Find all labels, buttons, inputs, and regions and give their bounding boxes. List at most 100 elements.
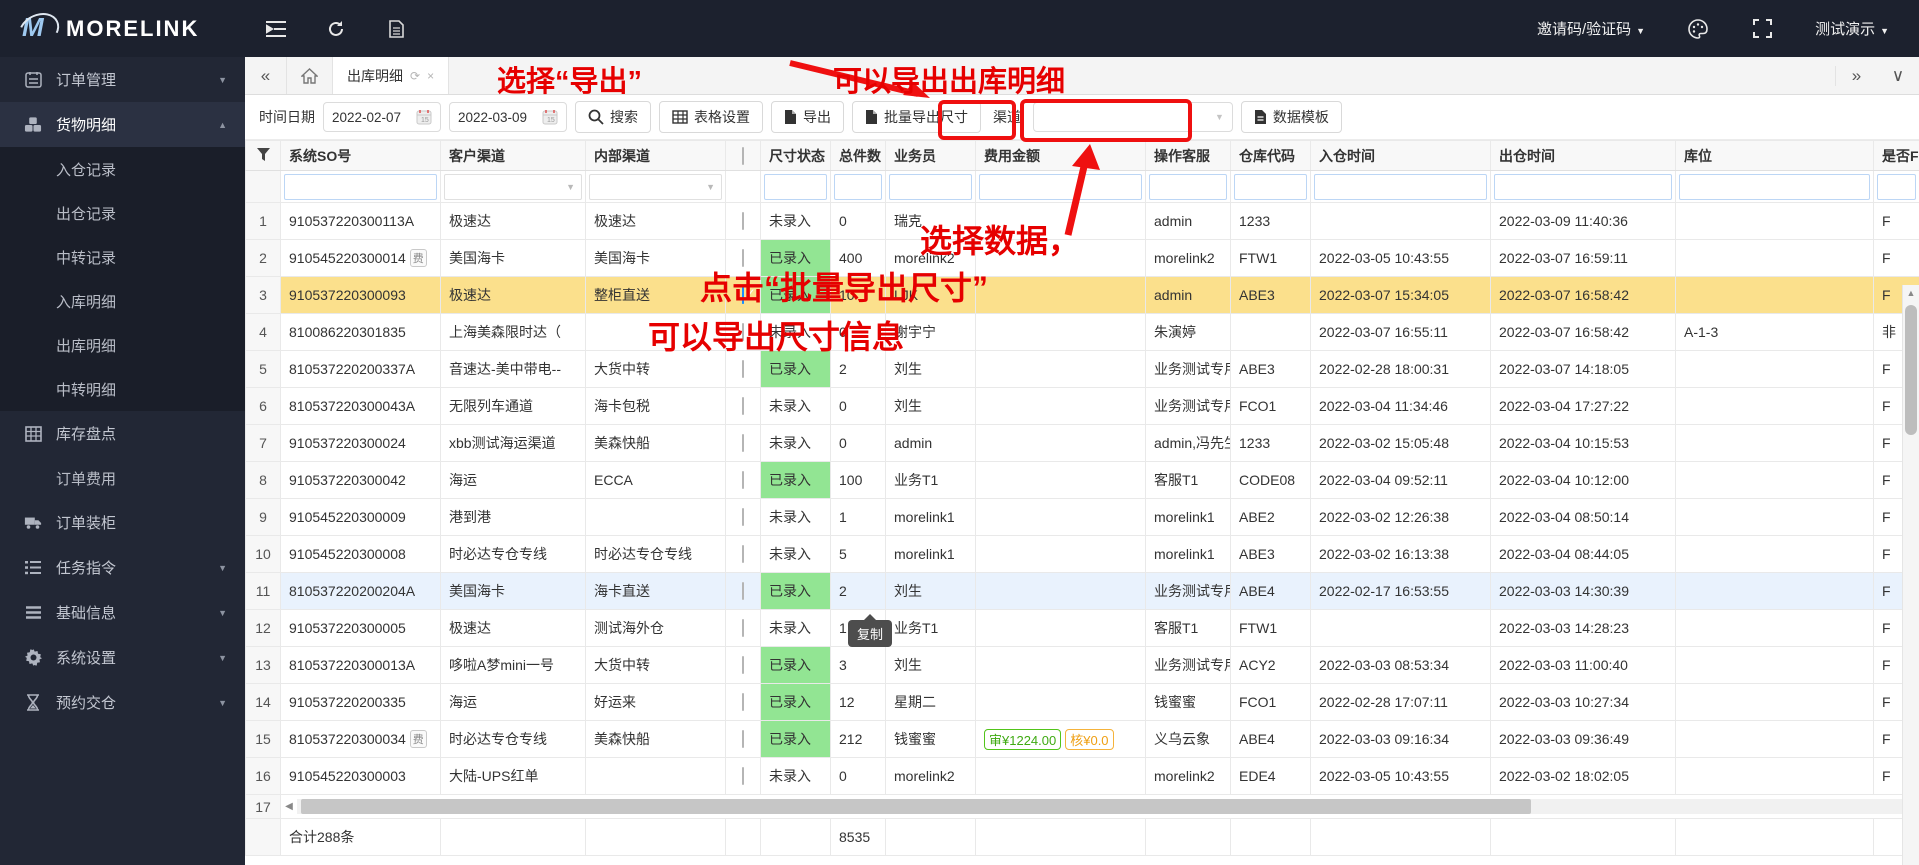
tab-outbound-detail[interactable]: 出库明细 ⟳ × <box>333 57 450 94</box>
row-checkbox[interactable] <box>725 757 761 795</box>
sidebar-item-货物明细[interactable]: 货物明细 ▲ <box>0 102 245 147</box>
tabs-menu-button[interactable]: ∨ <box>1877 66 1919 86</box>
filter-input-wh[interactable] <box>1234 173 1307 200</box>
export-button[interactable]: 导出 <box>771 101 844 133</box>
column-header-tout[interactable]: 出仓时间 <box>1490 140 1676 171</box>
row-checkbox[interactable] <box>725 646 761 684</box>
horizontal-scroll-thumb[interactable] <box>301 799 1531 814</box>
table-row[interactable]: 6 810537220300043A 无限列车通道 海卡包税 未录入 0 刘生 业务测试专用 F… <box>245 387 1919 425</box>
column-header-internal[interactable]: 内部渠道 <box>585 140 726 171</box>
document-icon[interactable] <box>385 18 407 40</box>
table-row[interactable]: 4 810086220301835 上海美森限时达（ 未录入 0 谢宇宁 朱演婷 2022-0… <box>245 313 1919 351</box>
copy-tooltip[interactable]: 复制 <box>848 614 893 647</box>
row-checkbox[interactable] <box>725 313 761 351</box>
table-row[interactable]: 9 910545220300009 港到港 未录入 1 morelink1 morelink… <box>245 498 1919 536</box>
filter-input-amount[interactable] <box>979 173 1142 200</box>
table-row[interactable]: 14 910537220200335 海运 好运来 已录入 12 星期二 钱蜜蜜 FCO1 202… <box>245 683 1919 721</box>
vertical-scrollbar[interactable]: ▲ <box>1902 285 1919 865</box>
row-checkbox[interactable] <box>725 720 761 758</box>
date-to-input[interactable]: 15 <box>449 102 567 132</box>
filter-input-loc[interactable] <box>1679 173 1870 200</box>
sidebar-item-出仓记录[interactable]: 出仓记录 <box>0 191 245 235</box>
column-header-cust[interactable]: 客户渠道 <box>440 140 586 171</box>
filter-funnel-icon[interactable] <box>245 140 281 171</box>
tabs-scroll-right-button[interactable]: » <box>1835 65 1877 86</box>
tabs-scroll-left-button[interactable]: « <box>245 57 287 94</box>
table-row[interactable]: 13 810537220300013A 哆啦A梦mini一号 大货中转 已录入 3 刘生 业务… <box>245 646 1919 684</box>
channel-select[interactable]: ▼ <box>1032 102 1233 132</box>
home-tab-icon[interactable] <box>287 57 333 94</box>
date-from-input[interactable]: 15 <box>323 102 441 132</box>
filter-input-ops[interactable] <box>1149 173 1227 200</box>
collapse-sidebar-icon[interactable] <box>265 18 287 40</box>
table-row[interactable]: 5 810537220200337A 音速达-美中带电-- 大货中转 已录入 2 刘生 业务测… <box>245 350 1919 388</box>
row-checkbox[interactable] <box>725 239 761 277</box>
sidebar-item-订单装柜[interactable]: 订单装柜 <box>0 500 245 545</box>
column-header-so[interactable]: 系统SO号 <box>280 140 441 171</box>
column-header-ops[interactable]: 操作客服 <box>1145 140 1231 171</box>
horizontal-scrollbar[interactable] <box>297 799 1919 814</box>
row-checkbox[interactable] <box>725 535 761 573</box>
sidebar-item-入仓记录[interactable]: 入仓记录 <box>0 147 245 191</box>
filter-input-so[interactable] <box>284 173 437 200</box>
filter-input-tout[interactable] <box>1494 173 1672 200</box>
row-checkbox[interactable] <box>725 202 761 240</box>
sidebar-item-订单费用[interactable]: 订单费用 <box>0 456 245 500</box>
row-checkbox[interactable] <box>725 461 761 499</box>
filter-input-last[interactable] <box>1877 173 1916 200</box>
sidebar-item-入库明细[interactable]: 入库明细 <box>0 279 245 323</box>
table-row[interactable]: 1 910537220300113A 极速达 极速达 未录入 0 瑞克 admin 1233 20… <box>245 202 1919 240</box>
filter-input-tin[interactable] <box>1314 173 1487 200</box>
sidebar-item-预约交仓[interactable]: 预约交仓 ▼ <box>0 680 245 725</box>
column-header-qty[interactable]: 总件数 <box>830 140 886 171</box>
table-row[interactable]: 15 810537220300034 费时必达专仓专线 美森快船 已录入 212 钱蜜蜜 审¥… <box>245 720 1919 758</box>
sidebar-item-中转明细[interactable]: 中转明细 <box>0 367 245 411</box>
scroll-up-arrow-icon[interactable]: ▲ <box>1903 285 1919 302</box>
column-header-status[interactable]: 尺寸状态 <box>760 140 831 171</box>
sidebar-item-中转记录[interactable]: 中转记录 <box>0 235 245 279</box>
table-row[interactable]: 3910537220300093极速达整柜直送已录入10LJK adminABE3… <box>245 276 1919 314</box>
fullscreen-icon[interactable] <box>1751 18 1773 40</box>
sidebar-item-订单管理[interactable]: 订单管理 ▼ <box>0 57 245 102</box>
select-all-checkbox[interactable] <box>725 140 761 171</box>
sidebar-item-基础信息[interactable]: 基础信息 ▼ <box>0 590 245 635</box>
column-header-amount[interactable]: 费用金额 <box>975 140 1146 171</box>
column-header-tin[interactable]: 入仓时间 <box>1310 140 1491 171</box>
sidebar-item-库存盘点[interactable]: 库存盘点 <box>0 411 245 456</box>
sidebar-item-任务指令[interactable]: 任务指令 ▼ <box>0 545 245 590</box>
scroll-left-arrow-icon[interactable]: ◀ <box>282 801 298 812</box>
row-checkbox[interactable] <box>725 572 761 610</box>
row-checkbox[interactable] <box>725 387 761 425</box>
row-checkbox[interactable] <box>725 498 761 536</box>
table-row[interactable]: 2 910545220300014 费美国海卡 美国海卡 已录入 400 morelink2… <box>245 239 1919 277</box>
invite-code-dropdown[interactable]: 邀请码/验证码 ▼ <box>1537 18 1645 39</box>
table-row[interactable]: 8 910537220300042 海运 ECCA 已录入 100 业务T1 客服T1 CODE… <box>245 461 1919 499</box>
filter-input-sales[interactable] <box>889 173 972 200</box>
refresh-icon[interactable] <box>325 18 347 40</box>
column-header-loc[interactable]: 库位 <box>1675 140 1874 171</box>
search-button[interactable]: 搜索 <box>575 101 651 133</box>
sidebar-item-系统设置[interactable]: 系统设置 ▼ <box>0 635 245 680</box>
row-checkbox[interactable] <box>725 350 761 388</box>
vertical-scroll-thumb[interactable] <box>1905 305 1917 435</box>
tab-close-icon[interactable]: × <box>427 69 434 83</box>
row-checkbox[interactable] <box>725 683 761 721</box>
column-header-sales[interactable]: 业务员 <box>885 140 976 171</box>
filter-input-status[interactable] <box>764 173 827 200</box>
table-row[interactable]: 7 910537220300024 xbb测试海运渠道 美森快船 未录入 0 admin ad… <box>245 424 1919 462</box>
table-row[interactable]: 11 810537220200204A 美国海卡 海卡直送 已录入 2 刘生 业务测试专用 AB… <box>245 572 1919 610</box>
row-checkbox[interactable] <box>725 609 761 647</box>
filter-select-internal[interactable]: ▼ <box>589 173 722 200</box>
table-settings-button[interactable]: 表格设置 <box>659 101 763 133</box>
column-header-last[interactable]: 是否FBA <box>1873 140 1919 171</box>
tab-refresh-icon[interactable]: ⟳ <box>410 69 420 83</box>
date-from-field[interactable] <box>332 109 412 125</box>
sidebar-item-出库明细[interactable]: 出库明细 <box>0 323 245 367</box>
batch-export-size-button[interactable]: 批量导出尺寸 <box>852 101 981 133</box>
row-checkbox[interactable] <box>725 276 761 314</box>
data-template-button[interactable]: 数据模板 <box>1240 101 1342 133</box>
table-row[interactable]: 10 910545220300008 时必达专仓专线 时必达专仓专线 未录入 5 morel… <box>245 535 1919 573</box>
column-header-wh[interactable]: 仓库代码 <box>1230 140 1311 171</box>
theme-palette-icon[interactable] <box>1687 18 1709 40</box>
table-row[interactable]: 16 910545220300003 大陆-UPS红单 未录入 0 morelink2 mo… <box>245 757 1919 795</box>
